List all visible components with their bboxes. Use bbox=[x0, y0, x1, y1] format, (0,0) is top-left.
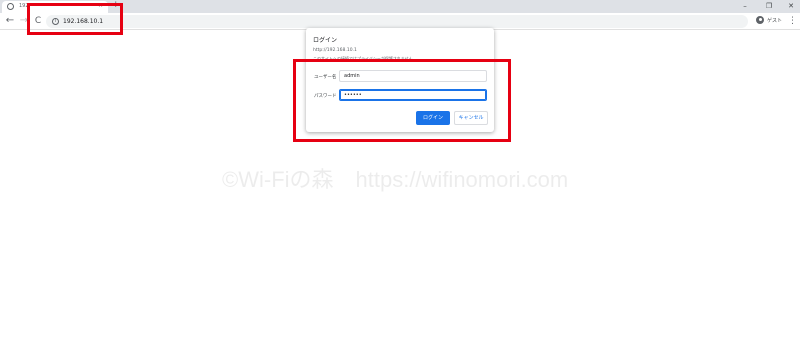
form-highlight-box bbox=[293, 59, 511, 142]
globe-icon bbox=[7, 3, 14, 10]
watermark: ©Wi-Fiの森 https://wifinomori.com bbox=[222, 167, 569, 192]
window-close-button[interactable]: ✕ bbox=[784, 1, 798, 11]
dialog-origin: http://192.168.10.1 bbox=[313, 48, 357, 53]
menu-dots-icon[interactable]: ⋮ bbox=[788, 15, 797, 27]
maximize-button[interactable]: ❐ bbox=[762, 1, 776, 11]
profile-icon bbox=[756, 16, 764, 24]
minimize-button[interactable]: – bbox=[738, 1, 752, 11]
address-bar[interactable]: i 192.168.10.1 bbox=[46, 15, 748, 28]
address-highlight-box bbox=[27, 3, 123, 35]
profile-label: ゲスト bbox=[767, 18, 783, 24]
back-arrow-icon[interactable]: ← bbox=[4, 15, 16, 27]
dialog-title: ログイン bbox=[313, 37, 338, 44]
